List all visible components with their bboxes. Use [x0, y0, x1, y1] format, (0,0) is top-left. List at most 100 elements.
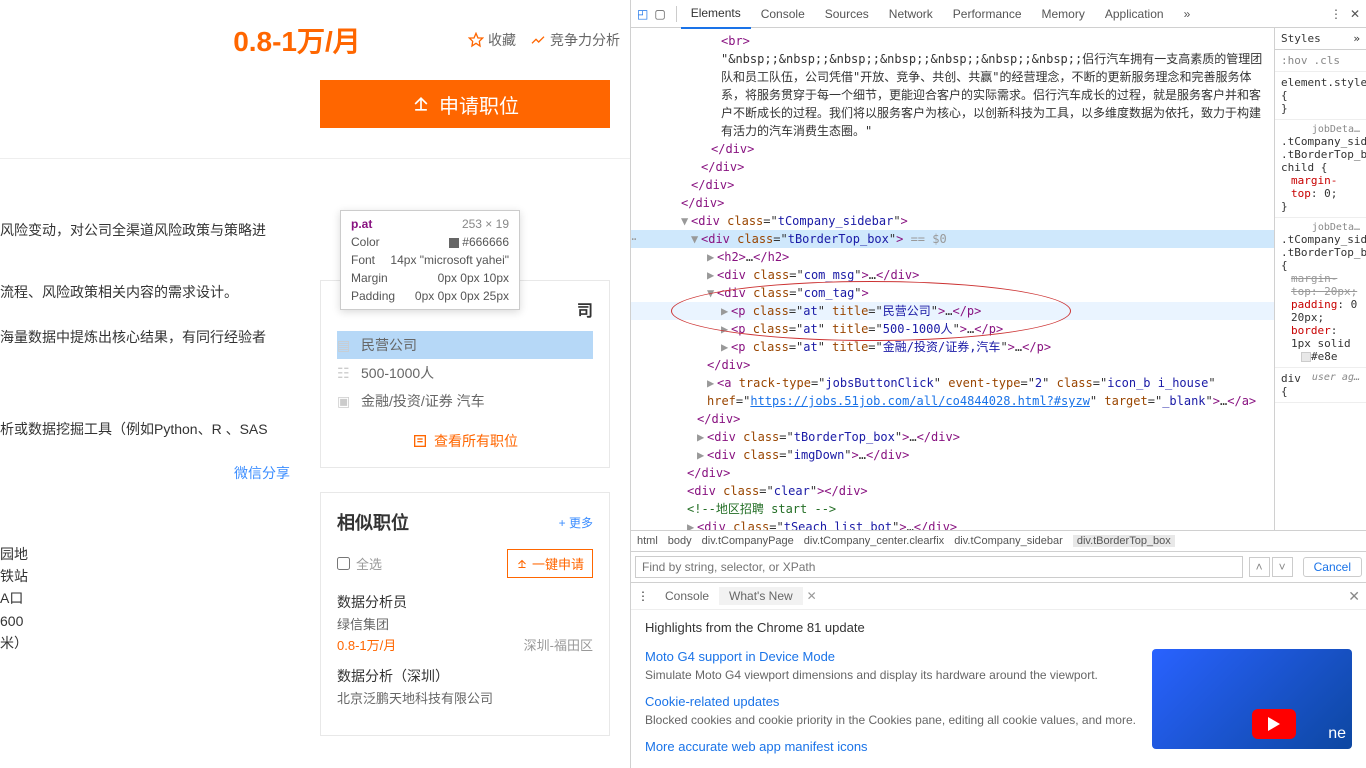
- drawer-tab-whatsnew[interactable]: What's New: [719, 587, 803, 605]
- upload-icon: [516, 558, 528, 570]
- compare-label: 竞争力分析: [550, 30, 620, 50]
- whatsnew-item-desc: Blocked cookies and cookie priority in t…: [645, 713, 1152, 727]
- tab-console[interactable]: Console: [751, 0, 815, 28]
- similar-job-item[interactable]: 数据分析员 绿信集团 0.8-1万/月 深圳-福田区: [337, 592, 593, 654]
- crumb[interactable]: div.tCompany_sidebar: [954, 535, 1063, 547]
- select-all-input[interactable]: [337, 557, 350, 570]
- promo-text: ne: [1328, 725, 1346, 743]
- promo-image[interactable]: ne: [1152, 649, 1352, 749]
- drawer-headline: Highlights from the Chrome 81 update: [631, 610, 1366, 639]
- tab-memory[interactable]: Memory: [1032, 0, 1095, 28]
- company-tag-size: ☷ 500-1000人: [337, 359, 593, 387]
- company-tag-type-label: 民营公司: [361, 335, 417, 355]
- favorite-label: 收藏: [488, 30, 516, 50]
- similar-jobs-box: 相似职位 + 更多 全选 一键申请 数据分析员 绿信集团 0.8-1万/月 深圳…: [320, 492, 610, 736]
- star-icon: [468, 32, 484, 48]
- job-company: 绿信集团: [337, 614, 593, 633]
- inspector-tooltip: p.at 253 × 19 Color#666666 Font14px "mic…: [340, 210, 520, 310]
- dom-p-tag-3[interactable]: ▶<p class="at" title="金融/投资/证券,汽车">…</p>: [631, 338, 1274, 356]
- view-all-label: 查看所有职位: [434, 431, 518, 451]
- styles-tab-label[interactable]: Styles: [1281, 32, 1353, 45]
- crumb[interactable]: html: [637, 535, 658, 547]
- dom-tree[interactable]: <br> "&nbsp;;&nbsp;;&nbsp;;&nbsp;;&nbsp;…: [631, 28, 1274, 530]
- tooltip-val: 0px 0px 0px 25px: [415, 289, 509, 303]
- tooltip-val: 14px "microsoft yahei": [390, 253, 509, 267]
- job-name: 数据分析员: [337, 592, 593, 612]
- tooltip-val: #666666: [449, 235, 509, 249]
- device-icon[interactable]: ▢: [654, 7, 665, 21]
- drawer-tab-console[interactable]: Console: [655, 587, 719, 605]
- compare-action[interactable]: 竞争力分析: [530, 30, 620, 50]
- quick-apply-button[interactable]: 一键申请: [507, 549, 593, 578]
- cls-toggle[interactable]: .cls: [1314, 54, 1341, 67]
- settings-icon[interactable]: ⋮: [1330, 7, 1342, 21]
- style-rule[interactable]: jobDeta… .tCompany_sidebar .tBorderTop_b…: [1275, 218, 1366, 368]
- tab-sources[interactable]: Sources: [815, 0, 879, 28]
- apply-button[interactable]: 申请职位: [320, 80, 610, 128]
- close-tab-icon[interactable]: ✕: [807, 589, 817, 603]
- style-rule[interactable]: user ag… div {: [1275, 368, 1366, 403]
- tooltip-val: 0px 0px 10px: [438, 271, 509, 285]
- dom-anchor-href[interactable]: https://jobs.51job.com/all/co4844028.htm…: [750, 394, 1090, 408]
- company-tag-industry: ▣ 金融/投资/证券 汽车: [337, 387, 593, 415]
- close-drawer-icon[interactable]: ✕: [1348, 588, 1360, 605]
- whatsnew-item-title[interactable]: Moto G4 support in Device Mode: [645, 649, 1152, 664]
- company-tag-size-label: 500-1000人: [361, 363, 434, 383]
- job-location: 深圳-福田区: [524, 635, 593, 654]
- close-icon[interactable]: ✕: [1350, 7, 1360, 21]
- tooltip-prop: Color: [351, 235, 380, 249]
- tooltip-prop: Margin: [351, 271, 388, 285]
- breadcrumb[interactable]: html body div.tCompanyPage div.tCompany_…: [631, 530, 1366, 551]
- crumb[interactable]: div.tCompany_center.clearfix: [804, 535, 944, 547]
- favorite-action[interactable]: 收藏: [468, 30, 516, 50]
- hov-toggle[interactable]: :hov: [1281, 54, 1308, 67]
- quick-apply-label: 一键申请: [532, 554, 584, 573]
- dom-p-tag-2[interactable]: ▶<p class="at" title="500-1000人">…</p>: [631, 320, 1274, 338]
- tab-elements[interactable]: Elements: [681, 0, 751, 29]
- job-name: 数据分析（深圳）: [337, 666, 593, 686]
- dom-text-node: "&nbsp;;&nbsp;;&nbsp;;&nbsp;;&nbsp;;&nbs…: [631, 50, 1274, 140]
- crumb[interactable]: div.tCompanyPage: [702, 535, 794, 547]
- company-tag-industry-label: 金融/投资/证券 汽车: [361, 391, 485, 411]
- dom-selected-node[interactable]: ⋯▼<div class="tBorderTop_box"> == $0: [631, 230, 1274, 248]
- similar-job-item[interactable]: 数据分析（深圳） 北京泛鹏天地科技有限公司: [337, 666, 593, 707]
- tooltip-prop: Font: [351, 253, 375, 267]
- more-tabs-icon[interactable]: »: [1353, 32, 1360, 45]
- job-company: 北京泛鹏天地科技有限公司: [337, 688, 593, 707]
- tooltip-selector: p.at: [351, 217, 372, 231]
- crumb[interactable]: div.tBorderTop_box: [1073, 535, 1175, 547]
- address-line: 园地铁站A口600米）: [0, 543, 348, 655]
- whatsnew-item-title[interactable]: Cookie-related updates: [645, 694, 1152, 709]
- search-next-icon[interactable]: ˅: [1272, 557, 1293, 577]
- whatsnew-item-desc: Simulate Moto G4 viewport dimensions and…: [645, 668, 1152, 682]
- drawer: ⋮ Console What's New ✕ ✕ Highlights from…: [631, 582, 1366, 768]
- tab-network[interactable]: Network: [879, 0, 943, 28]
- apply-label: 申请职位: [439, 90, 519, 119]
- drawer-menu-icon[interactable]: ⋮: [637, 589, 649, 603]
- desc-line-1: 风险变动，对公司全渠道风险政策与策略进: [0, 219, 630, 241]
- more-link[interactable]: + 更多: [559, 514, 593, 531]
- company-tag-type: ▤ 民营公司: [337, 331, 593, 359]
- job-salary: 0.8-1万/月: [337, 635, 396, 654]
- share-link[interactable]: 微信分享: [234, 463, 290, 483]
- search-prev-icon[interactable]: ˄: [1249, 557, 1270, 577]
- tab-performance[interactable]: Performance: [943, 0, 1032, 28]
- style-rule[interactable]: element.style {}: [1275, 72, 1366, 120]
- tooltip-prop: Padding: [351, 289, 395, 303]
- dom-p-tag-1[interactable]: ▶<p class="at" title="民营公司">…</p>: [631, 302, 1274, 320]
- search-input[interactable]: [635, 556, 1243, 578]
- style-rule[interactable]: jobDeta… .tCompany_sidebar .tBorderTop_b…: [1275, 120, 1366, 218]
- list-icon: [412, 433, 428, 449]
- select-all-label: 全选: [356, 554, 382, 573]
- tab-application[interactable]: Application: [1095, 0, 1174, 28]
- tab-more-icon[interactable]: »: [1174, 0, 1201, 28]
- crumb[interactable]: body: [668, 535, 692, 547]
- styles-panel: Styles » :hov .cls element.style {} jobD…: [1274, 28, 1366, 530]
- select-all-checkbox[interactable]: 全选: [337, 554, 382, 573]
- whatsnew-item-title[interactable]: More accurate web app manifest icons: [645, 739, 1152, 754]
- salary-text: 0.8-1万/月: [140, 20, 454, 60]
- people-icon: ☷: [337, 365, 355, 382]
- cancel-button[interactable]: Cancel: [1303, 557, 1362, 577]
- inspect-icon[interactable]: ◰: [637, 7, 648, 21]
- view-all-jobs-link[interactable]: 查看所有职位: [337, 431, 593, 451]
